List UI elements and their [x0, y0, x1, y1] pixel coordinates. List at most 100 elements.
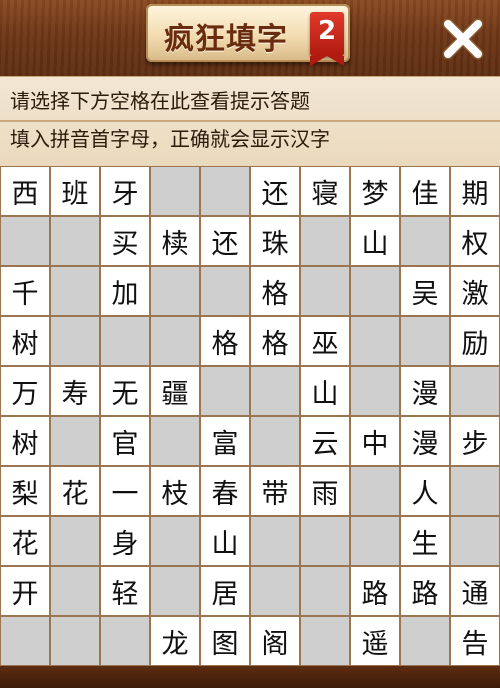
grid-cell-blank	[50, 616, 100, 666]
grid-cell-blank	[150, 266, 200, 316]
grid-cell-blank	[300, 216, 350, 266]
grid-cell-blank	[200, 266, 250, 316]
grid-cell[interactable]: 班	[50, 166, 100, 216]
grid-cell[interactable]: 买	[100, 216, 150, 266]
grid-cell[interactable]: 还	[250, 166, 300, 216]
grid-cell[interactable]: 椟	[150, 216, 200, 266]
grid-cell[interactable]: 花	[0, 516, 50, 566]
grid-cell-blank	[450, 466, 500, 516]
grid-cell[interactable]: 山	[300, 366, 350, 416]
grid-cell-blank	[300, 516, 350, 566]
grid-cell-blank	[200, 166, 250, 216]
grid-cell[interactable]: 人	[400, 466, 450, 516]
grid-cell-blank	[50, 516, 100, 566]
grid-cell[interactable]: 山	[200, 516, 250, 566]
hint-text-select: 请选择下方空格在此查看提示答题	[10, 89, 310, 113]
grid-cell-blank	[300, 616, 350, 666]
grid-cell[interactable]: 格	[250, 316, 300, 366]
grid-cell[interactable]: 格	[250, 266, 300, 316]
hint-text-input: 填入拼音首字母，正确就会显示汉字	[10, 127, 330, 151]
level-badge-number: 2	[317, 16, 337, 46]
grid-cell[interactable]: 寿	[50, 366, 100, 416]
grid-cell[interactable]: 路	[350, 566, 400, 616]
grid-cell-blank	[350, 316, 400, 366]
grid-cell-blank	[400, 316, 450, 366]
grid-cell-blank	[150, 316, 200, 366]
grid-cell[interactable]: 通	[450, 566, 500, 616]
grid-cell[interactable]: 带	[250, 466, 300, 516]
grid-cell[interactable]: 春	[200, 466, 250, 516]
grid-cell[interactable]: 树	[0, 316, 50, 366]
grid-cell-blank	[350, 366, 400, 416]
grid-cell[interactable]: 生	[400, 516, 450, 566]
grid-cell[interactable]: 梨	[0, 466, 50, 516]
grid-cell-blank	[50, 266, 100, 316]
grid-cell[interactable]: 遥	[350, 616, 400, 666]
game-title-plaque: 疯狂填字 2	[146, 4, 350, 66]
grid-cell[interactable]: 路	[400, 566, 450, 616]
grid-cell-blank	[150, 566, 200, 616]
grid-cell-blank	[400, 616, 450, 666]
grid-cell[interactable]: 云	[300, 416, 350, 466]
grid-cell[interactable]: 牙	[100, 166, 150, 216]
grid-cell[interactable]: 步	[450, 416, 500, 466]
grid-cell[interactable]: 山	[350, 216, 400, 266]
grid-cell-blank	[150, 516, 200, 566]
grid-cell[interactable]: 龙	[150, 616, 200, 666]
grid-cell[interactable]: 梦	[350, 166, 400, 216]
grid-cell[interactable]: 加	[100, 266, 150, 316]
grid-cell[interactable]: 轻	[100, 566, 150, 616]
grid-cell[interactable]: 万	[0, 366, 50, 416]
grid-cell[interactable]: 漫	[400, 416, 450, 466]
grid-cell[interactable]: 居	[200, 566, 250, 616]
game-title: 疯狂填字	[164, 22, 288, 57]
grid-cell-blank	[250, 516, 300, 566]
grid-cell[interactable]: 格	[200, 316, 250, 366]
grid-cell[interactable]: 珠	[250, 216, 300, 266]
grid-cell-blank	[250, 366, 300, 416]
grid-cell[interactable]: 雨	[300, 466, 350, 516]
grid-cell[interactable]: 阁	[250, 616, 300, 666]
grid-cell[interactable]: 佳	[400, 166, 450, 216]
grid-cell[interactable]: 权	[450, 216, 500, 266]
grid-cell-blank	[450, 516, 500, 566]
grid-cell-blank	[350, 516, 400, 566]
grid-cell[interactable]: 还	[200, 216, 250, 266]
crossword-grid: 西班牙还寝梦佳期买椟还珠山权千加格吴激树格格巫励万寿无疆山漫树官富云中漫步梨花一…	[0, 166, 500, 666]
grid-cell-blank	[150, 416, 200, 466]
grid-cell[interactable]: 千	[0, 266, 50, 316]
grid-cell[interactable]: 期	[450, 166, 500, 216]
close-icon	[442, 18, 484, 60]
grid-cell[interactable]: 身	[100, 516, 150, 566]
grid-cell-blank	[200, 366, 250, 416]
grid-cell[interactable]: 疆	[150, 366, 200, 416]
grid-cell[interactable]: 漫	[400, 366, 450, 416]
grid-cell[interactable]: 富	[200, 416, 250, 466]
grid-cell-blank	[250, 416, 300, 466]
grid-cell[interactable]: 花	[50, 466, 100, 516]
grid-cell-blank	[450, 366, 500, 416]
grid-cell[interactable]: 西	[0, 166, 50, 216]
grid-cell-blank	[50, 566, 100, 616]
grid-cell[interactable]: 激	[450, 266, 500, 316]
hint-panel: 请选择下方空格在此查看提示答题 填入拼音首字母，正确就会显示汉字	[0, 76, 500, 166]
grid-cell-blank	[350, 266, 400, 316]
close-button[interactable]	[436, 12, 490, 66]
grid-cell-blank	[50, 316, 100, 366]
grid-cell[interactable]: 励	[450, 316, 500, 366]
grid-cell-blank	[100, 616, 150, 666]
grid-cell[interactable]: 吴	[400, 266, 450, 316]
grid-cell[interactable]: 寝	[300, 166, 350, 216]
grid-cell-blank	[400, 216, 450, 266]
grid-cell[interactable]: 开	[0, 566, 50, 616]
grid-cell[interactable]: 一	[100, 466, 150, 516]
grid-cell[interactable]: 中	[350, 416, 400, 466]
grid-cell[interactable]: 树	[0, 416, 50, 466]
grid-cell[interactable]: 官	[100, 416, 150, 466]
grid-cell[interactable]: 枝	[150, 466, 200, 516]
grid-cell[interactable]: 无	[100, 366, 150, 416]
grid-cell[interactable]: 告	[450, 616, 500, 666]
grid-cell-blank	[300, 266, 350, 316]
grid-cell[interactable]: 图	[200, 616, 250, 666]
grid-cell[interactable]: 巫	[300, 316, 350, 366]
